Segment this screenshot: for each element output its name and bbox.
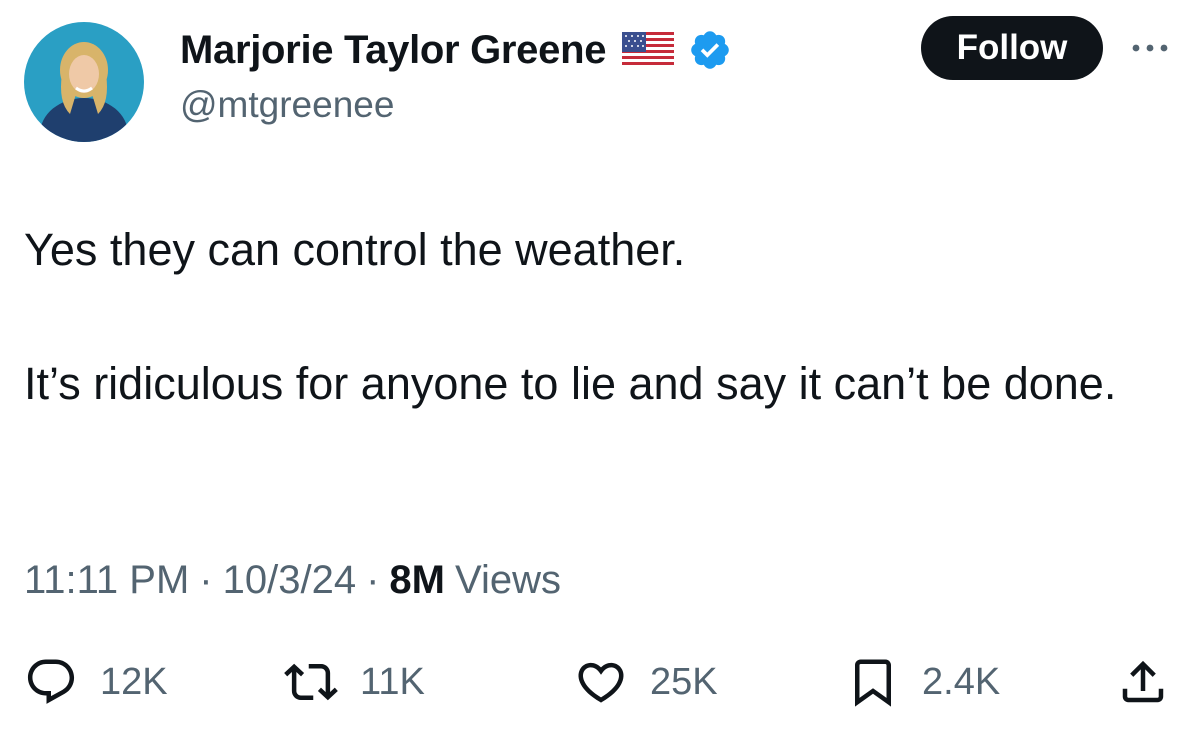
- bookmark-count: 2.4K: [922, 660, 1001, 703]
- tweet-date[interactable]: 10/3/24: [223, 558, 356, 603]
- meta-separator: ·: [366, 558, 380, 602]
- verified-icon[interactable]: [688, 28, 732, 72]
- views-count[interactable]: 8M: [389, 558, 445, 603]
- us-flag-icon: [622, 32, 675, 68]
- meta-separator: ·: [199, 558, 213, 602]
- more-icon[interactable]: [1128, 36, 1172, 60]
- views-label[interactable]: Views: [455, 558, 561, 603]
- author-display-name[interactable]: Marjorie Taylor Greene: [180, 28, 606, 73]
- tweet-meta: 11:11 PM · 10/3/24 · 8M Views: [24, 558, 561, 603]
- share-icon: [1122, 660, 1164, 703]
- avatar-photo: [24, 22, 144, 142]
- tweet-time[interactable]: 11:11 PM: [24, 558, 189, 603]
- share-button[interactable]: [1116, 640, 1170, 724]
- retweet-button[interactable]: 11K: [284, 640, 425, 724]
- action-bar: 12K 11K 25K 2.4K: [0, 640, 1200, 724]
- avatar[interactable]: [24, 22, 144, 142]
- retweet-count: 11K: [360, 660, 425, 703]
- tweet-text: Yes they can control the weather. It’s r…: [24, 216, 1164, 418]
- heart-icon: [578, 662, 624, 703]
- tweet-card: Marjorie Taylor Greene @mtgreenee Follow: [0, 0, 1200, 754]
- tweet-paragraph: It’s ridiculous for anyone to lie and sa…: [24, 358, 1117, 409]
- like-button[interactable]: 25K: [574, 640, 718, 724]
- tweet-paragraph: Yes they can control the weather.: [24, 224, 686, 275]
- bookmark-button[interactable]: 2.4K: [846, 640, 1000, 724]
- author-name-row: Marjorie Taylor Greene: [180, 24, 732, 76]
- retweet-icon: [284, 663, 338, 701]
- bookmark-icon: [855, 659, 891, 707]
- reply-button[interactable]: 12K: [24, 640, 168, 724]
- author-handle[interactable]: @mtgreenee: [180, 84, 394, 126]
- like-count: 25K: [650, 660, 718, 703]
- reply-icon: [27, 659, 75, 704]
- follow-button[interactable]: Follow: [921, 16, 1103, 80]
- reply-count: 12K: [100, 660, 168, 703]
